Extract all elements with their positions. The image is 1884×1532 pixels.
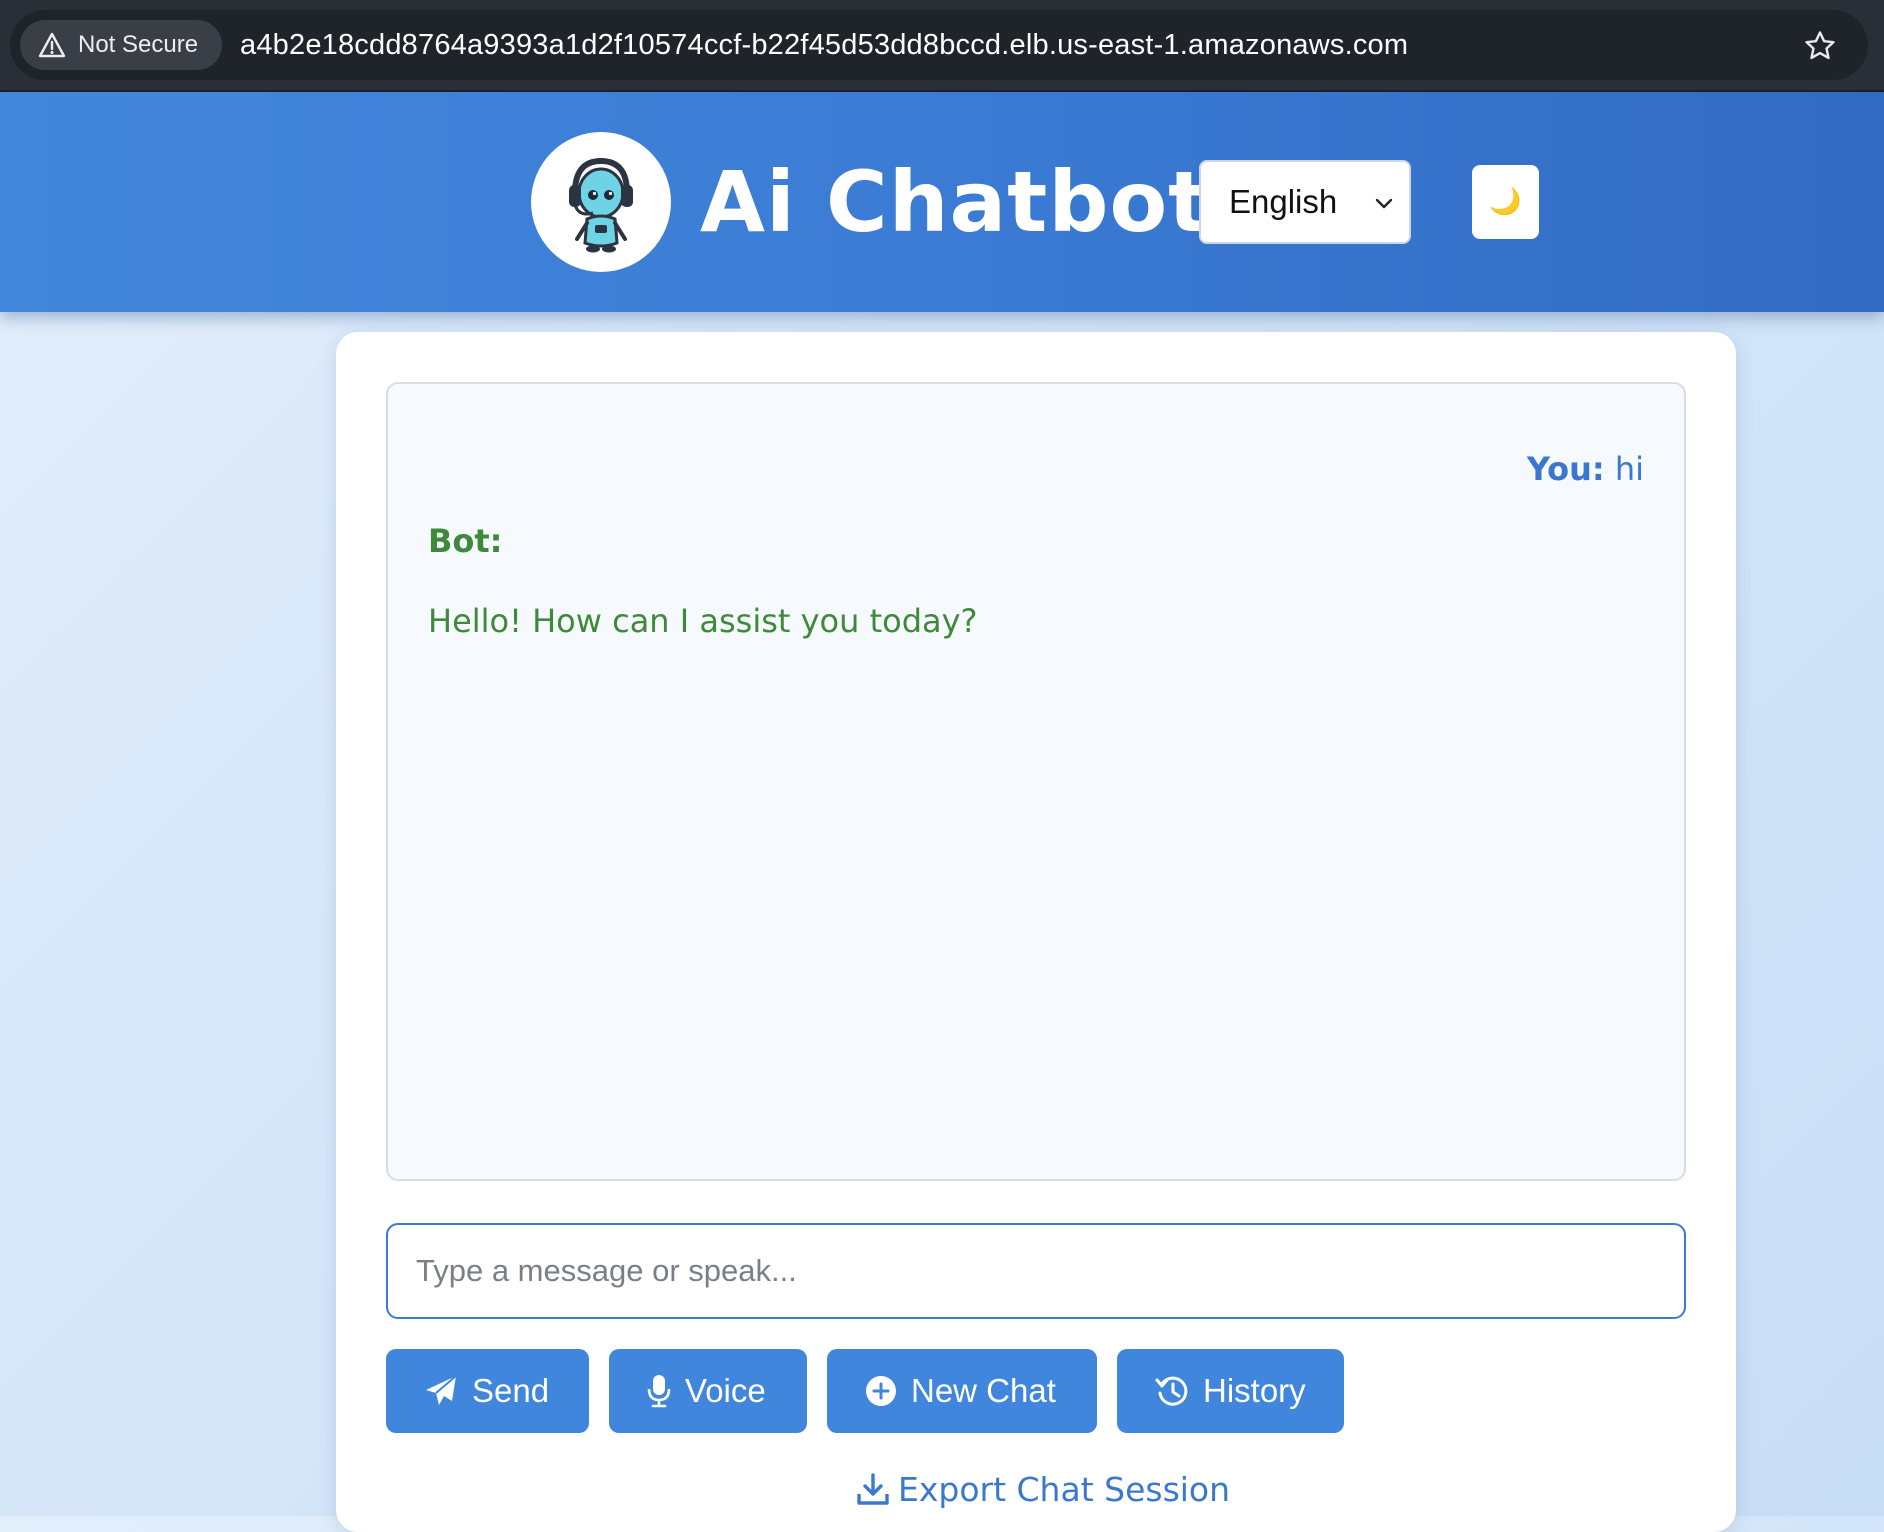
bot-message-text: Hello! How can I assist you today? [428, 602, 978, 640]
new-chat-label: New Chat [911, 1372, 1056, 1409]
security-label: Not Secure [78, 31, 199, 58]
new-chat-button[interactable]: New Chat [827, 1349, 1097, 1433]
voice-button[interactable]: Voice [609, 1349, 807, 1433]
voice-label: Voice [685, 1372, 766, 1409]
app-title: Ai Chatbot [700, 153, 1210, 251]
history-button[interactable]: History [1117, 1349, 1344, 1433]
security-indicator[interactable]: Not Secure [20, 20, 222, 70]
app-header: Ai Chatbot English 🌙 [0, 92, 1884, 312]
user-sender-label: You: [1526, 450, 1605, 488]
plus-circle-icon [866, 1376, 896, 1406]
bot-sender-label: Bot: [428, 522, 503, 560]
download-icon [857, 1473, 889, 1505]
history-clock-icon [1155, 1376, 1188, 1406]
theme-toggle-button[interactable]: 🌙 [1472, 165, 1539, 239]
microphone-icon [647, 1375, 671, 1408]
chevron-down-icon [1375, 198, 1393, 209]
send-button[interactable]: Send [386, 1349, 589, 1433]
send-label: Send [472, 1372, 550, 1409]
warning-icon [38, 32, 66, 58]
user-message-text: hi [1614, 450, 1644, 488]
bookmark-star-icon[interactable] [1800, 26, 1840, 66]
paper-plane-icon [426, 1375, 457, 1405]
moon-icon: 🌙 [1489, 187, 1522, 217]
chat-messages-panel[interactable]: You: hi Bot: Hello! How can I assist you… [386, 382, 1686, 1181]
url-text[interactable]: a4b2e18cdd8764a9393a1d2f10574ccf-b22f45d… [240, 10, 1408, 80]
user-message: You: hi [1527, 450, 1644, 488]
browser-toolbar: Not Secure a4b2e18cdd8764a9393a1d2f10574… [0, 0, 1884, 92]
chat-card: You: hi Bot: Hello! How can I assist you… [336, 332, 1736, 1532]
language-select[interactable]: English [1199, 160, 1411, 244]
robot-logo-icon [531, 132, 671, 272]
history-label: History [1203, 1372, 1306, 1409]
address-bar[interactable]: Not Secure a4b2e18cdd8764a9393a1d2f10574… [10, 10, 1868, 80]
export-label: Export Chat Session [898, 1469, 1231, 1509]
language-selected-value: English [1229, 183, 1338, 220]
export-chat-link[interactable]: Export Chat Session [856, 1464, 1230, 1514]
message-input[interactable] [386, 1223, 1686, 1319]
action-buttons: Send Voice New Chat History [386, 1349, 1344, 1433]
